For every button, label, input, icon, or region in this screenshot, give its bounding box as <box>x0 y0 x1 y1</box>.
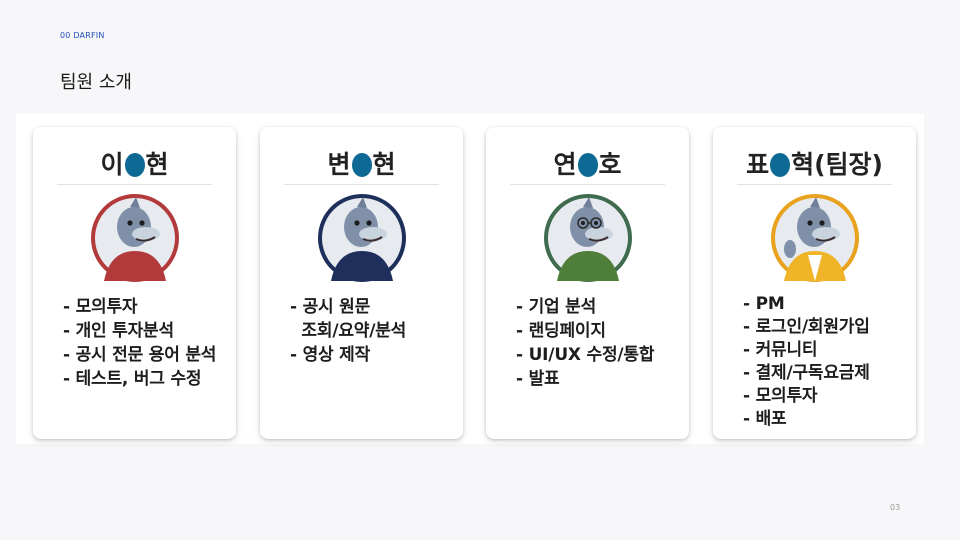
redaction-mark <box>577 153 598 177</box>
role-item: - 테스트, 버그 수정 <box>63 369 202 389</box>
dolphin-avatar-icon <box>543 193 633 283</box>
role-item: - 개인 투자분석 <box>63 321 174 341</box>
role-item: - UI/UX 수정/통합 <box>516 345 655 365</box>
role-item: - 공시 전문 용어 분석 <box>63 345 217 365</box>
member-name: 이현 <box>33 145 236 181</box>
card-divider <box>284 184 439 185</box>
role-item: - 기업 분석 <box>516 297 597 317</box>
dolphin-avatar-icon <box>90 193 180 283</box>
role-list: - 모의투자 - 개인 투자분석 - 공시 전문 용어 분석 - 테스트, 버그… <box>63 295 228 391</box>
role-item: - PM <box>743 294 785 314</box>
member-card: 연호 - 기업 분석 - 랜딩페이지 - UI/UX 수정/통합 - 발표 <box>486 127 689 439</box>
member-name-start: 이 <box>100 150 124 179</box>
dolphin-avatar-icon <box>317 193 407 283</box>
role-item: 조회/요약/분석 <box>290 321 407 341</box>
redaction-mark <box>770 153 791 177</box>
member-name: 표 혁(팀장) <box>713 145 916 181</box>
member-name-start: 표 <box>746 150 770 179</box>
member-name-end: 현 <box>372 150 396 179</box>
role-item: - 결제/구독요금제 <box>743 363 870 383</box>
page-number: 03 <box>890 503 901 512</box>
role-item: - 로그인/회원가입 <box>743 317 870 337</box>
role-item: - 공시 원문 <box>290 297 371 317</box>
role-item: - 영상 제작 <box>290 345 371 365</box>
dolphin-avatar-icon <box>770 193 860 283</box>
card-divider <box>737 184 892 185</box>
member-name-start: 변 <box>327 150 351 179</box>
role-list: - PM - 로그인/회원가입 - 커뮤니티 - 결제/구독요금제 - 모의투자… <box>743 293 908 431</box>
member-name: 변현 <box>260 145 463 181</box>
redaction-mark <box>351 153 372 177</box>
member-card: 표 혁(팀장) - PM - 로그인/회원가입 - 커뮤니티 - 결제/구독요금제… <box>713 127 916 439</box>
role-item: - 배포 <box>743 409 787 429</box>
card-divider <box>57 184 212 185</box>
page-title: 팀원 소개 <box>60 72 132 93</box>
redaction-mark <box>124 153 145 177</box>
member-name: 연호 <box>486 145 689 181</box>
role-item: - 모의투자 <box>63 297 138 317</box>
role-item: - 커뮤니티 <box>743 340 818 360</box>
member-card: 변현 - 공시 원문 조회/요약/분석 - 영상 제작 <box>260 127 463 439</box>
role-item: - 발표 <box>516 369 560 389</box>
role-list: - 기업 분석 - 랜딩페이지 - UI/UX 수정/통합 - 발표 <box>516 295 681 391</box>
section-tag: 00 DARFIN <box>60 31 105 40</box>
member-name-start: 연 <box>553 150 577 179</box>
card-divider <box>510 184 665 185</box>
role-item: - 랜딩페이지 <box>516 321 606 341</box>
member-name-end: 혁(팀장) <box>791 150 883 179</box>
role-list: - 공시 원문 조회/요약/분석 - 영상 제작 <box>290 295 455 367</box>
member-card: 이현 - 모의투자 - 개인 투자분석 - 공시 전문 용어 분석 - 테스트,… <box>33 127 236 439</box>
role-item: - 모의투자 <box>743 386 818 406</box>
member-name-end: 호 <box>598 150 622 179</box>
member-name-end: 현 <box>145 150 169 179</box>
